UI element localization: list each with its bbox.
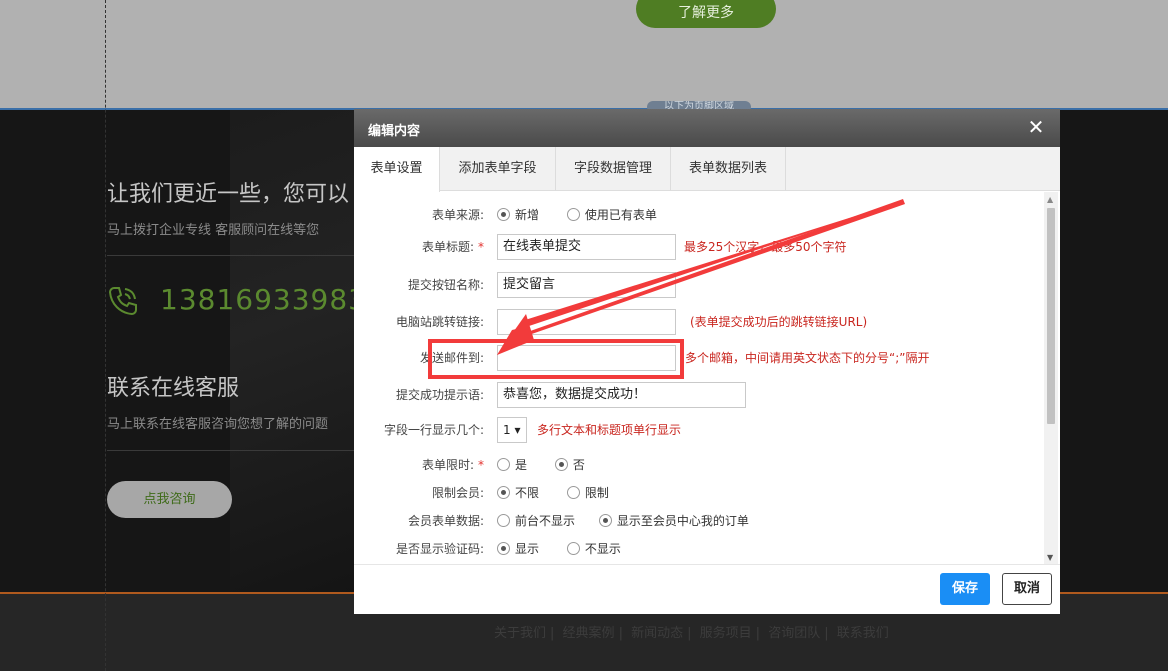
form-label: 表单限时: *	[421, 458, 484, 472]
send-email-hint: 多个邮箱，中间请用英文状态下的分号“;”隔开	[685, 351, 930, 365]
pc-redirect-hint: (表单提交成功后的跳转链接URL)	[690, 315, 868, 329]
success-message-input[interactable]: 恭喜您，数据提交成功！	[497, 382, 746, 408]
form-label: 提交按钮名称:	[407, 278, 484, 292]
annotation-highlight-box	[428, 339, 684, 379]
radio-unchecked-icon	[566, 542, 580, 555]
learn-more-button[interactable]: 了解更多	[636, 0, 776, 28]
divider	[107, 255, 357, 256]
tab-form-settings[interactable]: 表单设置	[354, 147, 440, 192]
success-message-row: 提交成功提示语: 恭喜您，数据提交成功！	[354, 382, 1044, 408]
guide-line	[105, 0, 106, 671]
form-label: 字段一行显示几个:	[383, 423, 484, 437]
radio-time-limit-yes[interactable]: 是	[497, 452, 527, 478]
tab-bar: 表单设置 添加表单字段 字段数据管理 表单数据列表	[354, 147, 1060, 192]
dialog-footer: 保存 取消	[354, 564, 1060, 614]
form-title-row: 表单标题: * 在线表单提交 最多25个汉字，最多50个字符	[354, 234, 1044, 260]
radio-new[interactable]: 新增	[497, 202, 539, 228]
fields-per-row-row: 字段一行显示几个: 1 ▾ 多行文本和标题项单行显示	[354, 417, 1044, 443]
member-data-row: 会员表单数据: 前台不显示 显示至会员中心我的订单	[354, 508, 1044, 534]
scroll-down-icon[interactable]: ▼	[1047, 553, 1053, 562]
pc-redirect-input[interactable]	[497, 309, 676, 335]
fields-per-row-hint: 多行文本和标题项单行显示	[537, 423, 682, 437]
cancel-button[interactable]: 取消	[1002, 573, 1052, 605]
dialog-title: 编辑内容	[368, 124, 421, 139]
close-icon[interactable]: ✕	[1026, 117, 1046, 137]
radio-unchecked-icon	[566, 486, 580, 499]
scroll-up-icon[interactable]: ▲	[1047, 195, 1053, 204]
radio-captcha-show[interactable]: 显示	[497, 536, 539, 562]
form-label: 限制会员:	[431, 486, 484, 500]
form-label: 会员表单数据:	[407, 514, 484, 528]
dialog-header: 编辑内容 ✕	[354, 109, 1060, 147]
radio-time-limit-no[interactable]: 否	[554, 452, 585, 478]
time-limit-row: 表单限时: * 是 否	[354, 452, 1044, 478]
radio-member-data-hidden[interactable]: 前台不显示	[497, 508, 575, 534]
online-service-heading: 联系在线客服	[107, 376, 240, 401]
tab-field-data[interactable]: 字段数据管理	[556, 147, 671, 191]
captcha-row: 是否显示验证码: 显示 不显示	[354, 536, 1044, 562]
footer-link[interactable]: 关于我们	[494, 626, 546, 641]
member-limit-row: 限制会员: 不限 限制	[354, 480, 1044, 506]
save-button[interactable]: 保存	[940, 573, 990, 605]
form-scrollbar[interactable]: ▲ ▼	[1044, 192, 1058, 564]
radio-checked-icon	[497, 542, 510, 555]
footer-link[interactable]: 经典案例	[563, 626, 615, 641]
footer-link[interactable]: 咨询团队	[768, 626, 820, 641]
tab-add-fields[interactable]: 添加表单字段	[440, 147, 556, 191]
scrollbar-thumb[interactable]	[1047, 208, 1055, 424]
footer-link[interactable]: 服务项目	[700, 626, 752, 641]
submit-button-name-input[interactable]: 提交留言	[497, 272, 676, 298]
phone-number: 13816933983	[160, 283, 367, 316]
form-title-hint: 最多25个汉字，最多50个字符	[684, 240, 847, 254]
contact-heading: 让我们更近一些，您可以	[107, 182, 350, 207]
radio-member-limited[interactable]: 限制	[566, 480, 609, 506]
form-label: 是否显示验证码:	[395, 542, 484, 556]
form-label: 表单标题: *	[421, 240, 484, 254]
form-source-row: 表单来源: 新增 使用已有表单	[354, 202, 1044, 228]
fields-per-row-select[interactable]: 1 ▾	[497, 417, 527, 443]
radio-checked-icon	[497, 208, 510, 221]
footer-link[interactable]: 新闻动态	[631, 626, 683, 641]
radio-unchecked-icon	[497, 514, 510, 527]
phone-icon	[106, 284, 140, 318]
radio-unchecked-icon	[566, 208, 580, 221]
radio-unchecked-icon	[497, 458, 510, 471]
footer-links: 关于我们 | 经典案例 | 新闻动态 | 服务项目 | 咨询团队 | 联系我们	[494, 626, 889, 641]
radio-member-data-show[interactable]: 显示至会员中心我的订单	[598, 508, 749, 534]
pc-redirect-row: 电脑站跳转链接: (表单提交成功后的跳转链接URL)	[354, 309, 1044, 335]
divider	[107, 450, 357, 451]
consult-button[interactable]: 点我咨询	[107, 481, 232, 518]
radio-captcha-hide[interactable]: 不显示	[566, 536, 621, 562]
top-section	[0, 0, 1168, 110]
form-title-input[interactable]: 在线表单提交	[497, 234, 676, 260]
radio-existing-form[interactable]: 使用已有表单	[566, 202, 657, 228]
radio-member-unlimited[interactable]: 不限	[497, 480, 539, 506]
chevron-down-icon: ▾	[514, 423, 521, 437]
tab-form-data-list[interactable]: 表单数据列表	[671, 147, 786, 191]
form-label: 表单来源:	[431, 208, 484, 222]
radio-checked-icon	[554, 458, 568, 471]
radio-checked-icon	[497, 486, 510, 499]
form-label: 电脑站跳转链接:	[395, 315, 484, 329]
online-service-subtitle: 马上联系在线客服咨询您想了解的问题	[107, 417, 329, 432]
submit-name-row: 提交按钮名称: 提交留言	[354, 272, 1044, 298]
form-label: 提交成功提示语:	[395, 388, 484, 402]
radio-checked-icon	[598, 514, 612, 527]
footer-link[interactable]: 联系我们	[837, 626, 889, 641]
contact-subtitle: 马上拨打企业专线 客服顾问在线等您	[107, 223, 320, 238]
